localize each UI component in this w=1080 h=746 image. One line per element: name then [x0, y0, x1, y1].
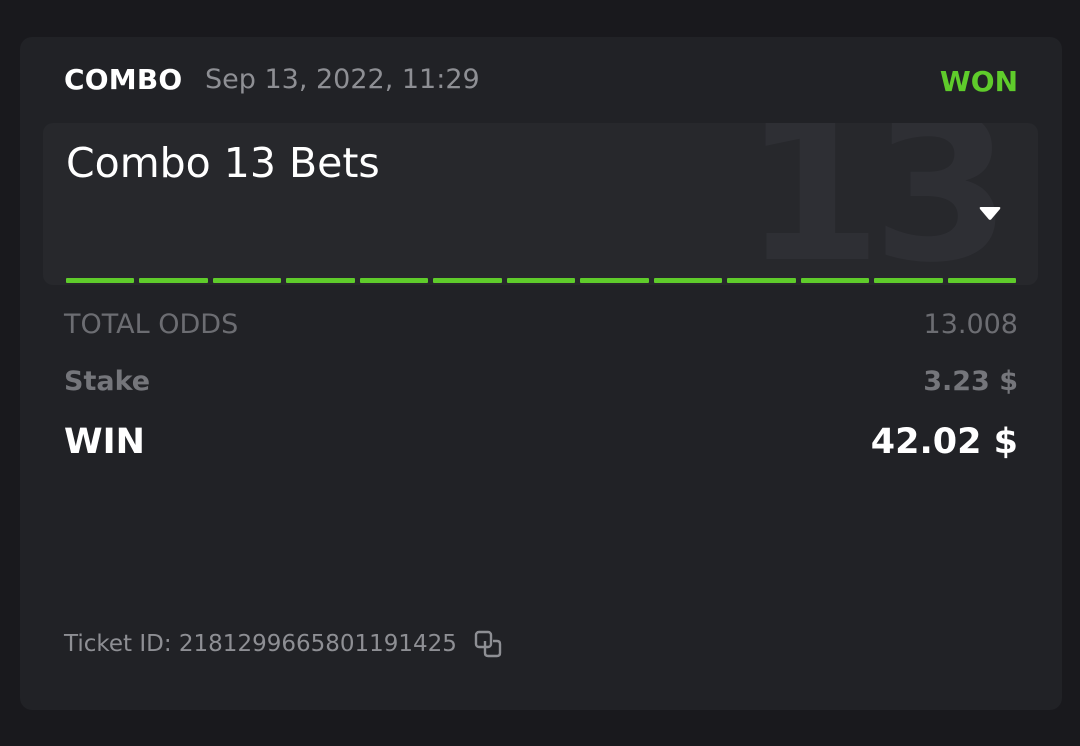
leg-progress-segment: [433, 278, 502, 283]
leg-progress-segment: [286, 278, 355, 283]
leg-progress-segment: [139, 278, 208, 283]
copy-icon[interactable]: [473, 629, 503, 659]
win-label: WIN: [64, 422, 145, 462]
leg-progress-segment: [874, 278, 943, 283]
leg-progress-segment: [506, 278, 576, 283]
combo-expand-toggle[interactable]: 13 Combo 13 Bets: [43, 123, 1038, 285]
win-value: 42.02 $: [870, 422, 1018, 462]
combo-title: Combo 13 Bets: [66, 139, 380, 187]
leg-progress-segment: [727, 278, 796, 283]
stake-label: Stake: [64, 366, 151, 397]
leg-progress-segment: [359, 278, 429, 283]
leg-progress-segment: [212, 278, 282, 283]
leg-progress-segment: [947, 278, 1017, 283]
status-badge: WON: [939, 65, 1018, 98]
total-odds-row: TOTAL ODDS 13.008: [64, 309, 1018, 340]
stake-row: Stake 3.23 $: [64, 366, 1018, 397]
total-odds-value: 13.008: [923, 309, 1018, 340]
bet-card: COMBO Sep 13, 2022, 11:29 WON 13 Combo 1…: [20, 37, 1062, 710]
ticket-id-text: Ticket ID: 2181299665801191425: [64, 631, 457, 657]
leg-progress-segment: [66, 278, 135, 283]
legs-progress-bar: [66, 278, 1017, 283]
bet-date: Sep 13, 2022, 11:29: [205, 64, 480, 95]
leg-progress-segment: [653, 278, 723, 283]
total-odds-label: TOTAL ODDS: [64, 309, 239, 340]
leg-progress-segment: [580, 278, 649, 283]
stake-value: 3.23 $: [923, 366, 1018, 397]
win-row: WIN 42.02 $: [64, 422, 1018, 462]
leg-progress-segment: [800, 278, 870, 283]
combo-count-watermark: 13: [743, 123, 1011, 285]
ticket-id: Ticket ID: 2181299665801191425: [64, 629, 503, 659]
bet-type-label: COMBO: [64, 63, 183, 96]
chevron-down-icon[interactable]: [978, 206, 1002, 222]
